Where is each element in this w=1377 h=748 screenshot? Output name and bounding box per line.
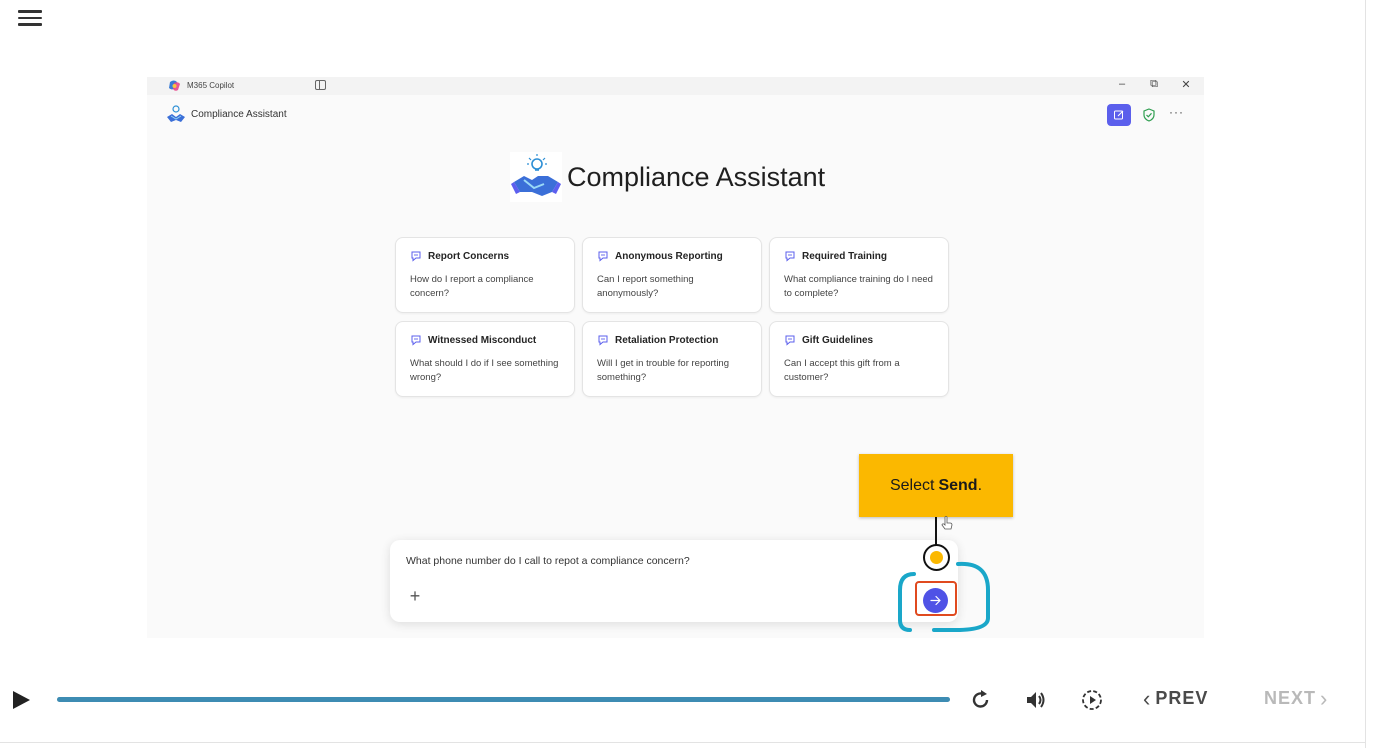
prompt-card-required-training[interactable]: Required Training What compliance traini… bbox=[769, 237, 949, 313]
card-title: Required Training bbox=[802, 250, 888, 262]
card-text: Can I accept this gift from a customer? bbox=[784, 358, 900, 383]
new-chat-button[interactable] bbox=[1107, 104, 1131, 126]
chat-bubble-icon bbox=[411, 335, 421, 346]
more-options-button[interactable]: ··· bbox=[1169, 105, 1184, 119]
sidebar-toggle-icon[interactable] bbox=[315, 80, 326, 90]
playback-speed-icon[interactable] bbox=[1080, 688, 1104, 712]
chat-bubble-icon bbox=[598, 335, 608, 346]
prev-button[interactable]: ‹ PREV bbox=[1143, 685, 1209, 711]
card-title: Anonymous Reporting bbox=[615, 250, 723, 262]
chevron-right-icon: › bbox=[1320, 685, 1329, 711]
add-attachment-button[interactable]: + bbox=[406, 587, 424, 605]
card-title: Report Concerns bbox=[428, 250, 510, 262]
chat-bubble-icon bbox=[598, 251, 608, 262]
card-title: Gift Guidelines bbox=[802, 334, 874, 346]
header-agent-name: Compliance Assistant bbox=[191, 109, 287, 120]
message-composer[interactable]: What phone number do I call to repot a c… bbox=[390, 540, 958, 622]
close-button[interactable]: ✕ bbox=[1179, 78, 1193, 91]
tutorial-page: M365 Copilot – ⧉ ✕ Compliance Assistant … bbox=[0, 0, 1377, 748]
callout-connector bbox=[935, 517, 937, 545]
send-button-highlight bbox=[915, 581, 957, 616]
agent-logo-icon bbox=[167, 105, 185, 122]
chat-bubble-icon bbox=[411, 251, 421, 262]
edit-icon bbox=[1114, 110, 1124, 120]
hand-cursor-icon bbox=[941, 516, 953, 530]
chevron-left-icon: ‹ bbox=[1143, 685, 1152, 711]
card-title: Retaliation Protection bbox=[615, 334, 719, 346]
bottom-divider bbox=[0, 742, 1365, 743]
prompt-card-report-concerns[interactable]: Report Concerns How do I report a compli… bbox=[395, 237, 575, 313]
message-input[interactable]: What phone number do I call to repot a c… bbox=[406, 555, 690, 567]
next-button[interactable]: NEXT › bbox=[1264, 685, 1329, 711]
card-text: What should I do if I see something wron… bbox=[410, 358, 559, 383]
callout-suffix: . bbox=[977, 476, 983, 494]
instruction-callout: Select Send. bbox=[859, 454, 1013, 517]
prompt-card-retaliation-protection[interactable]: Retaliation Protection Will I get in tro… bbox=[582, 321, 762, 397]
hero-logo-icon bbox=[510, 152, 562, 202]
minimize-button[interactable]: – bbox=[1115, 78, 1129, 90]
chat-bubble-icon bbox=[785, 251, 795, 262]
copilot-app-window: M365 Copilot – ⧉ ✕ Compliance Assistant … bbox=[147, 77, 1204, 638]
restore-button[interactable]: ⧉ bbox=[1147, 78, 1161, 91]
card-title: Witnessed Misconduct bbox=[428, 334, 537, 346]
volume-icon[interactable] bbox=[1025, 688, 1049, 712]
shield-check-icon[interactable] bbox=[1141, 107, 1157, 123]
next-label: NEXT bbox=[1264, 688, 1317, 708]
chat-bubble-icon bbox=[785, 335, 795, 346]
callout-bold: Send bbox=[938, 476, 978, 494]
progress-bar[interactable] bbox=[57, 697, 950, 702]
hero-title: Compliance Assistant bbox=[567, 162, 826, 192]
copilot-logo-icon bbox=[169, 80, 180, 91]
app-title: M365 Copilot bbox=[187, 81, 235, 90]
replay-icon[interactable] bbox=[969, 688, 993, 712]
prompt-card-witnessed-misconduct[interactable]: Witnessed Misconduct What should I do if… bbox=[395, 321, 575, 397]
title-bar: M365 Copilot – ⧉ ✕ bbox=[147, 77, 1204, 95]
prev-label: PREV bbox=[1155, 688, 1209, 708]
callout-prefix: Select bbox=[889, 476, 935, 494]
play-icon[interactable] bbox=[10, 689, 32, 711]
card-text: Will I get in trouble for reporting some… bbox=[597, 358, 730, 383]
right-divider bbox=[1365, 0, 1366, 748]
prompt-card-gift-guidelines[interactable]: Gift Guidelines Can I accept this gift f… bbox=[769, 321, 949, 397]
progress-fill bbox=[57, 697, 950, 702]
menu-icon[interactable] bbox=[18, 10, 42, 26]
prompt-card-anonymous-reporting[interactable]: Anonymous Reporting Can I report somethi… bbox=[582, 237, 762, 313]
callout-target-dot bbox=[923, 544, 950, 571]
card-text: How do I report a compliance concern? bbox=[410, 274, 534, 299]
card-text: What compliance training do I need to co… bbox=[784, 274, 933, 299]
card-text: Can I report something anonymously? bbox=[597, 274, 694, 299]
